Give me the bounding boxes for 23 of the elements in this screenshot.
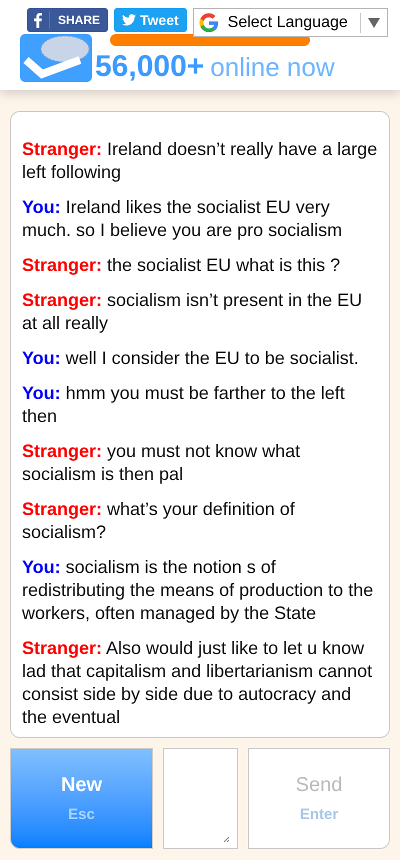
chat-message: Stranger: you must not know what socialism is then pal [22, 440, 302, 486]
google-icon [198, 12, 220, 34]
chat-message: Stranger: Also would just like to let u know lad that capitalism and libertarianism cannot consist side by side due to autocracy and the eventual [22, 637, 374, 729]
chat-message: Stranger: what’s your definition of socialism? [22, 498, 296, 544]
chat-message: You: hmm you must be farther to the left then [22, 382, 346, 428]
tweet-button[interactable]: Tweet [114, 8, 187, 32]
dropdown-arrow-icon [368, 18, 380, 28]
chat-message: You: Ireland likes the socialist EU very much. so I believe you are pro socialism [22, 196, 344, 242]
message-input[interactable] [163, 748, 238, 849]
chat-message: You: well I consider the EU to be socialist. [22, 347, 360, 370]
chat-message: You: socialism is the notion s of redistributing the means of production to the workers, often managed by the State [22, 556, 374, 625]
resize-handle-icon [224, 837, 229, 842]
chat-message: Stranger: socialism isn’t present in the EU at all really [22, 289, 364, 335]
online-label: online now [210, 54, 335, 80]
new-chat-button[interactable]: New Esc [10, 748, 153, 849]
facebook-icon [34, 12, 42, 28]
chat-message: Stranger: Ireland doesn’t really have a large left following [22, 138, 378, 184]
facebook-share-button[interactable]: SHARE [27, 8, 108, 32]
language-select[interactable]: Select Language [192, 8, 388, 37]
language-select-value: Select Language [228, 12, 348, 32]
bird-icon [122, 14, 136, 26]
chat-message: Stranger: the socialist EU what is this ? [22, 254, 342, 277]
online-count: 56,000+ [95, 52, 204, 82]
